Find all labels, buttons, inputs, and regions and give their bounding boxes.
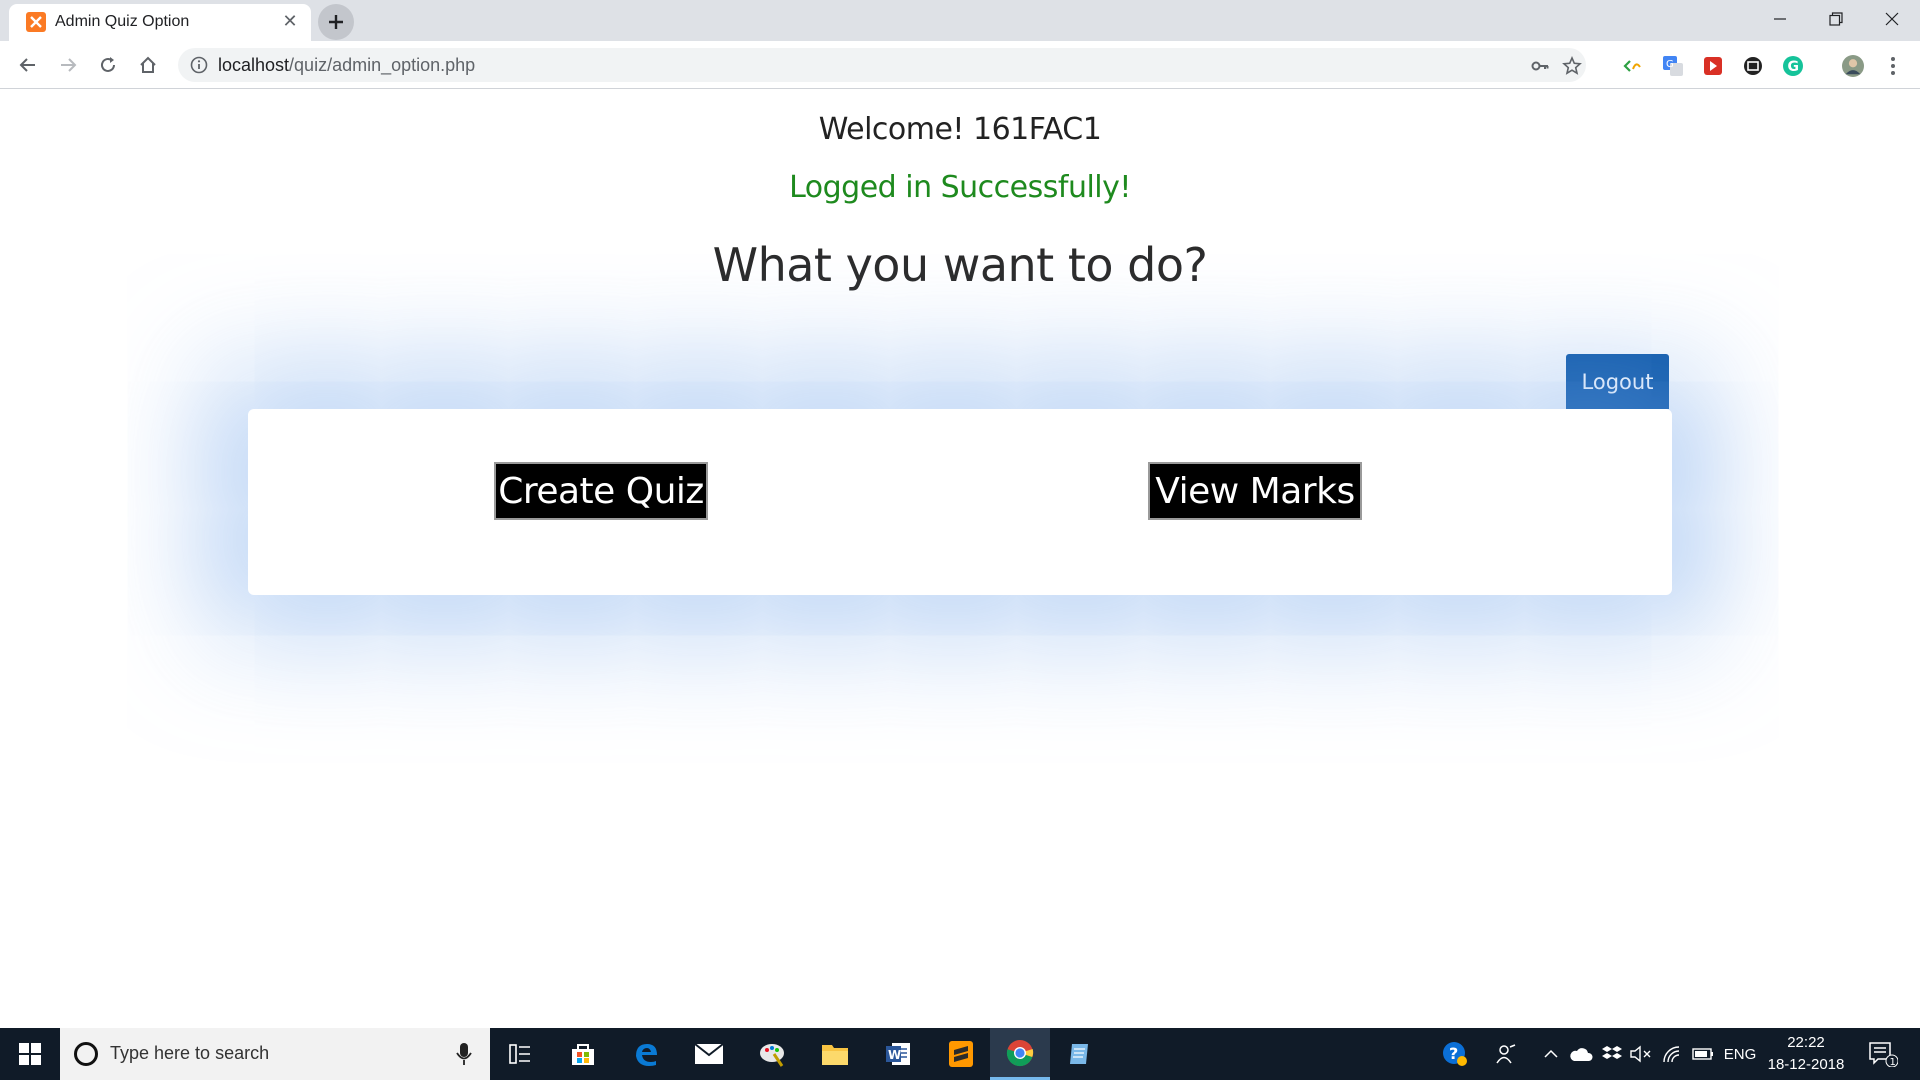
help-tray-icon[interactable]: ?: [1440, 1042, 1470, 1066]
close-icon: [1885, 12, 1899, 26]
url-text[interactable]: localhost/quiz/admin_option.php: [218, 55, 475, 76]
start-button[interactable]: [0, 1028, 60, 1080]
battery-icon[interactable]: [1690, 1042, 1716, 1066]
logout-button[interactable]: Logout: [1566, 354, 1669, 409]
taskbar-chrome[interactable]: [990, 1028, 1050, 1080]
extension-red-icon[interactable]: [1702, 55, 1724, 77]
people-icon[interactable]: [1492, 1042, 1520, 1066]
clock[interactable]: 22:22 18-12-2018: [1764, 1032, 1848, 1076]
google-translate-icon[interactable]: G: [1662, 55, 1684, 77]
language-indicator[interactable]: ENG: [1720, 1042, 1760, 1066]
extension-code-icon[interactable]: [1622, 55, 1644, 77]
chrome-icon: [1006, 1039, 1034, 1066]
back-arrow-icon: [19, 58, 35, 72]
back-button[interactable]: [12, 49, 44, 81]
grammarly-icon[interactable]: G: [1782, 55, 1804, 77]
folder-icon: [822, 1045, 848, 1065]
address-bar[interactable]: localhost/quiz/admin_option.php: [178, 48, 1586, 82]
login-status-message: Logged in Successfully!: [789, 170, 1131, 205]
home-button[interactable]: [132, 49, 164, 81]
page-question: What you want to do?: [712, 238, 1208, 292]
sublime-text-icon: [949, 1041, 973, 1067]
new-tab-button[interactable]: [318, 4, 354, 40]
task-view-icon: [509, 1044, 530, 1064]
word-icon: W: [886, 1043, 910, 1065]
reload-icon: [101, 57, 115, 72]
extension-window-icon[interactable]: [1742, 55, 1764, 77]
taskbar-app-blue[interactable]: [1049, 1028, 1109, 1080]
profile-avatar[interactable]: [1842, 55, 1864, 77]
microphone-icon[interactable]: [456, 1042, 472, 1066]
clock-time: 22:22: [1787, 1034, 1825, 1051]
browser-tab[interactable]: Admin Quiz Option ✕: [9, 4, 311, 41]
key-icon[interactable]: [1530, 56, 1550, 76]
tab-title: Admin Quiz Option: [55, 13, 190, 30]
wifi-icon[interactable]: [1660, 1042, 1686, 1066]
create-quiz-button[interactable]: Create Quiz: [494, 462, 708, 520]
edge-icon: [636, 1044, 657, 1066]
plus-icon: [329, 15, 343, 29]
cortana-icon: [74, 1042, 98, 1066]
onedrive-icon[interactable]: [1568, 1042, 1594, 1066]
volume-muted-icon[interactable]: [1628, 1042, 1654, 1066]
star-icon[interactable]: [1562, 56, 1582, 76]
forward-button[interactable]: [52, 49, 84, 81]
notification-icon: 1: [1869, 1042, 1898, 1067]
taskbar-file-explorer[interactable]: [805, 1028, 865, 1080]
notification-count: 1: [1890, 1057, 1896, 1067]
task-view-button[interactable]: [490, 1028, 550, 1080]
notepad-icon: [1070, 1044, 1088, 1064]
search-placeholder: Type here to search: [110, 1043, 270, 1063]
home-icon: [140, 56, 156, 73]
minimize-icon: [1774, 18, 1786, 20]
taskbar-edge[interactable]: [616, 1028, 676, 1080]
tab-strip: Admin Quiz Option ✕: [0, 0, 1920, 41]
forward-arrow-icon: [61, 58, 77, 72]
url-path: /quiz/admin_option.php: [289, 55, 476, 75]
svg-text:G: G: [1666, 59, 1674, 70]
notifications-button[interactable]: 1: [1866, 1042, 1900, 1067]
restore-icon: [1829, 12, 1843, 26]
dropbox-icon[interactable]: [1600, 1042, 1624, 1066]
restore-button[interactable]: [1808, 0, 1864, 38]
info-icon[interactable]: [190, 56, 208, 74]
url-host: localhost: [218, 55, 290, 75]
reload-button[interactable]: [92, 49, 124, 81]
svg-text:W: W: [888, 1048, 901, 1062]
menu-button[interactable]: [1882, 55, 1904, 77]
options-card: Create Quiz View Marks: [248, 409, 1672, 595]
taskbar-sublime[interactable]: [931, 1028, 991, 1080]
taskbar-search[interactable]: Type here to search: [60, 1028, 490, 1080]
taskbar-mail[interactable]: [679, 1028, 739, 1080]
windows-taskbar: Type here to search W ? ENG 22:22 18-12-…: [0, 1028, 1920, 1080]
minimize-button[interactable]: [1752, 0, 1808, 38]
view-marks-button[interactable]: View Marks: [1148, 462, 1362, 520]
windows-logo-icon: [19, 1043, 41, 1065]
tab-close-icon[interactable]: ✕: [281, 13, 299, 31]
browser-toolbar: localhost/quiz/admin_option.php G G: [0, 41, 1920, 89]
taskbar-store[interactable]: [553, 1028, 613, 1080]
svg-text:?: ?: [1449, 1044, 1458, 1063]
close-window-button[interactable]: [1864, 0, 1920, 38]
show-hidden-icons-chevron-icon[interactable]: [1540, 1042, 1562, 1066]
svg-text:G: G: [1788, 59, 1800, 75]
mail-icon: [694, 1043, 724, 1064]
taskbar-word[interactable]: W: [868, 1028, 928, 1080]
taskbar-paint[interactable]: [742, 1028, 802, 1080]
paint-icon: [760, 1044, 784, 1067]
xampp-icon: [26, 12, 46, 32]
store-icon: [572, 1044, 594, 1065]
more-vert-icon: [1891, 57, 1895, 75]
page-content: Welcome! 161FAC1 Logged in Successfully!…: [0, 90, 1920, 1028]
welcome-heading: Welcome! 161FAC1: [818, 112, 1102, 147]
clock-date: 18-12-2018: [1767, 1056, 1845, 1073]
